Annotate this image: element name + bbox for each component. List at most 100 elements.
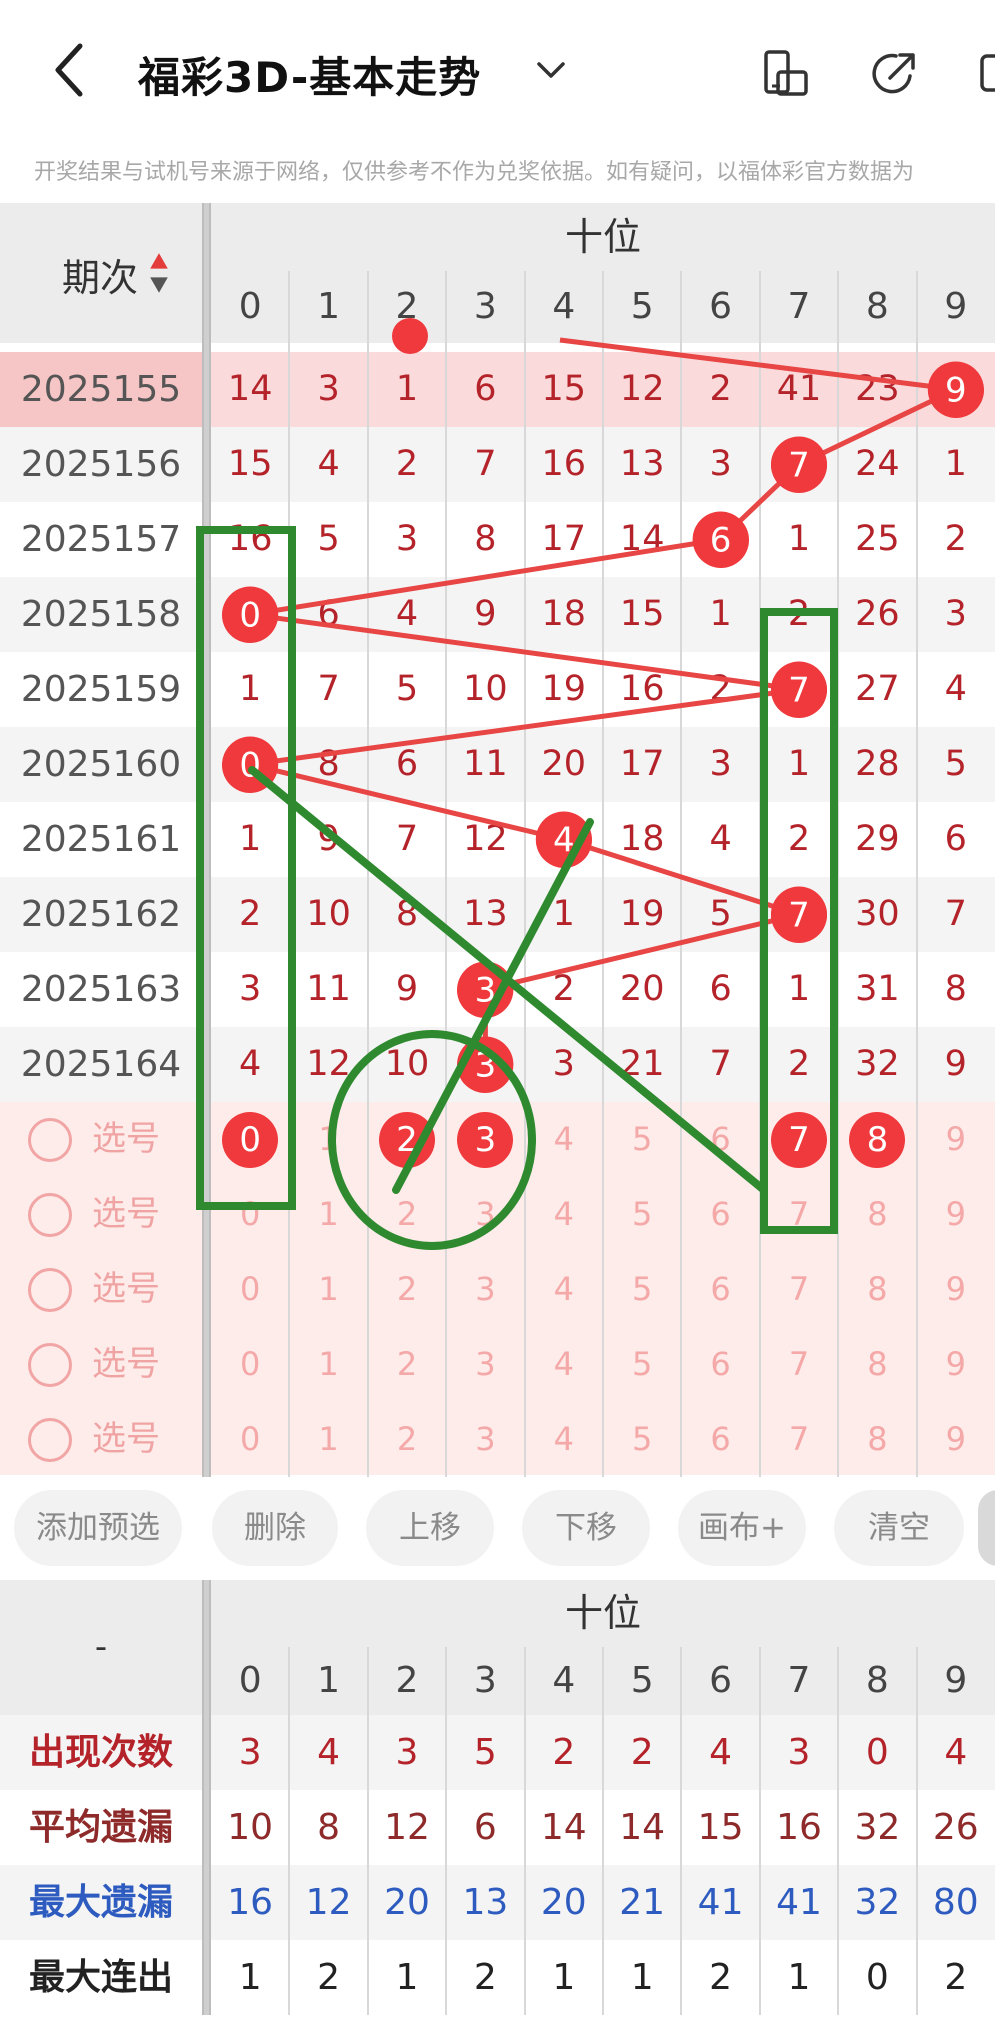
select-digit[interactable]: 1: [289, 1102, 367, 1177]
column-divider: [366, 1647, 369, 2015]
select-digit[interactable]: 5: [603, 1252, 681, 1327]
select-digit[interactable]: 9: [917, 1402, 995, 1477]
stats-row: 出现次数 3 4 3 5 2 2 4 3 0 4: [0, 1715, 995, 1790]
position-header: 十位: [211, 203, 995, 271]
selected-digit-ball[interactable]: 3: [457, 1111, 514, 1168]
action-button[interactable]: 下移: [522, 1490, 650, 1566]
stats-value-cell: 15: [697, 1807, 744, 1848]
select-digit[interactable]: 5: [603, 1102, 681, 1177]
select-digit[interactable]: 2: [368, 1177, 446, 1252]
stats-value-cell: 14: [619, 1807, 666, 1848]
stats-row-label: 最大遗漏: [28, 1882, 173, 1923]
select-digit[interactable]: 0: [211, 1402, 289, 1477]
stats-value-cell: 32: [854, 1882, 901, 1923]
select-row-label[interactable]: 选号: [92, 1102, 188, 1177]
selected-digit-ball[interactable]: 0: [222, 1111, 279, 1168]
stats-value-cell: 2: [709, 1957, 733, 1998]
select-digit[interactable]: 1: [289, 1177, 367, 1252]
selected-digit-ball[interactable]: 8: [849, 1111, 906, 1168]
stats-value-cell: 21: [619, 1882, 666, 1923]
column-divider: [523, 1647, 526, 2015]
select-digit[interactable]: 8: [838, 1402, 916, 1477]
select-row-radio[interactable]: [28, 1417, 72, 1462]
select-digit[interactable]: 0: [211, 1177, 289, 1252]
select-digit[interactable]: 3: [446, 1252, 524, 1327]
select-row-radio[interactable]: [28, 1117, 72, 1162]
select-digit[interactable]: 8: [838, 1177, 916, 1252]
select-digit[interactable]: 4: [525, 1402, 603, 1477]
stats-value-cell: 41: [697, 1882, 744, 1923]
period-cell: 2025161: [20, 819, 182, 860]
select-digit[interactable]: 9: [917, 1177, 995, 1252]
select-digit[interactable]: 4: [525, 1252, 603, 1327]
stats-value-cell: 26: [932, 1807, 979, 1848]
miss-count-cell: 17: [541, 519, 587, 559]
select-digit[interactable]: 3: [446, 1402, 524, 1477]
select-row-radio[interactable]: [28, 1192, 72, 1237]
select-digit[interactable]: 2: [368, 1402, 446, 1477]
select-digit[interactable]: 5: [603, 1177, 681, 1252]
select-digit[interactable]: 8: [838, 1252, 916, 1327]
miss-count-cell: 3: [552, 1044, 575, 1084]
select-row-radio[interactable]: [28, 1267, 72, 1312]
select-digit[interactable]: 0: [211, 1252, 289, 1327]
select-digit[interactable]: 6: [681, 1102, 759, 1177]
selected-digit-ball[interactable]: 2: [379, 1111, 435, 1168]
select-digit[interactable]: 2: [368, 1327, 446, 1402]
select-digit[interactable]: 6: [681, 1252, 759, 1327]
miss-count-cell: 3: [709, 444, 732, 484]
select-digit[interactable]: 6: [681, 1327, 759, 1402]
selected-digit-ball[interactable]: 7: [771, 1111, 827, 1168]
miss-count-cell: 4: [395, 594, 419, 634]
select-digit[interactable]: 4: [525, 1327, 603, 1402]
select-digit[interactable]: 7: [760, 1402, 838, 1477]
stats-digit-header-3: 3: [446, 1647, 525, 1715]
stats-table: - 十位 0123456789 出现次数 3 4 3 5 2 2 4 3 0 4 平均遗漏 10 8 12 6…: [0, 1580, 995, 2021]
more-button-edge[interactable]: [978, 1490, 995, 1566]
miss-count-cell: 3: [944, 594, 967, 634]
select-row-radio[interactable]: [28, 1342, 72, 1387]
select-digit[interactable]: 4: [525, 1177, 603, 1252]
select-digit[interactable]: 9: [917, 1102, 995, 1177]
select-digit[interactable]: 7: [760, 1177, 838, 1252]
stats-value-cell: 32: [854, 1807, 901, 1848]
select-digit[interactable]: 5: [603, 1402, 681, 1477]
select-digit[interactable]: 9: [917, 1327, 995, 1402]
action-button[interactable]: 上移: [366, 1490, 494, 1566]
select-row-label[interactable]: 选号: [92, 1327, 188, 1402]
period-cell: 2025157: [20, 519, 182, 560]
sort-icon[interactable]: [148, 251, 170, 295]
select-digit[interactable]: 8: [838, 1327, 916, 1402]
select-row-label[interactable]: 选号: [92, 1177, 188, 1252]
select-row-label[interactable]: 选号: [92, 1402, 188, 1477]
miss-count-cell: 24: [855, 444, 900, 484]
select-digit[interactable]: 3: [446, 1177, 524, 1252]
column-divider: [366, 271, 369, 1477]
select-digit[interactable]: 3: [446, 1327, 524, 1402]
select-digit[interactable]: 6: [681, 1177, 759, 1252]
select-digit[interactable]: 7: [760, 1327, 838, 1402]
action-button[interactable]: 清空: [834, 1490, 964, 1566]
select-digit[interactable]: 9: [917, 1252, 995, 1327]
select-row-label[interactable]: 选号: [92, 1252, 188, 1327]
select-digit[interactable]: 2: [368, 1252, 446, 1327]
action-button[interactable]: 添加预选: [14, 1490, 182, 1566]
action-button[interactable]: 画布+: [678, 1490, 806, 1566]
select-digit[interactable]: 1: [289, 1402, 367, 1477]
select-digit[interactable]: 4: [525, 1102, 603, 1177]
period-header[interactable]: 期次: [0, 203, 202, 343]
miss-count-cell: 10: [306, 894, 351, 934]
stats-value-cell: 4: [317, 1732, 341, 1773]
trend-chart-screen: 福彩3D-基本走势 开奖结果与试机号来源于网络，仅供参考不作为兑奖依据。如有疑问…: [0, 0, 995, 2021]
select-digit[interactable]: 1: [289, 1252, 367, 1327]
select-digit[interactable]: 0: [211, 1327, 289, 1402]
miss-count-cell: 2: [787, 819, 811, 859]
select-digit[interactable]: 6: [681, 1402, 759, 1477]
select-digit[interactable]: 7: [760, 1252, 838, 1327]
select-digit[interactable]: 1: [289, 1327, 367, 1402]
action-button[interactable]: 删除: [212, 1490, 338, 1566]
miss-count-cell: 18: [619, 819, 665, 859]
stats-position-header: 十位: [211, 1580, 995, 1647]
select-digit[interactable]: 5: [603, 1327, 681, 1402]
trend-table: 期次 十位 0123456789 2025155 14 3 1 6 15 12 2 41 23 9 2…: [0, 0, 995, 1477]
